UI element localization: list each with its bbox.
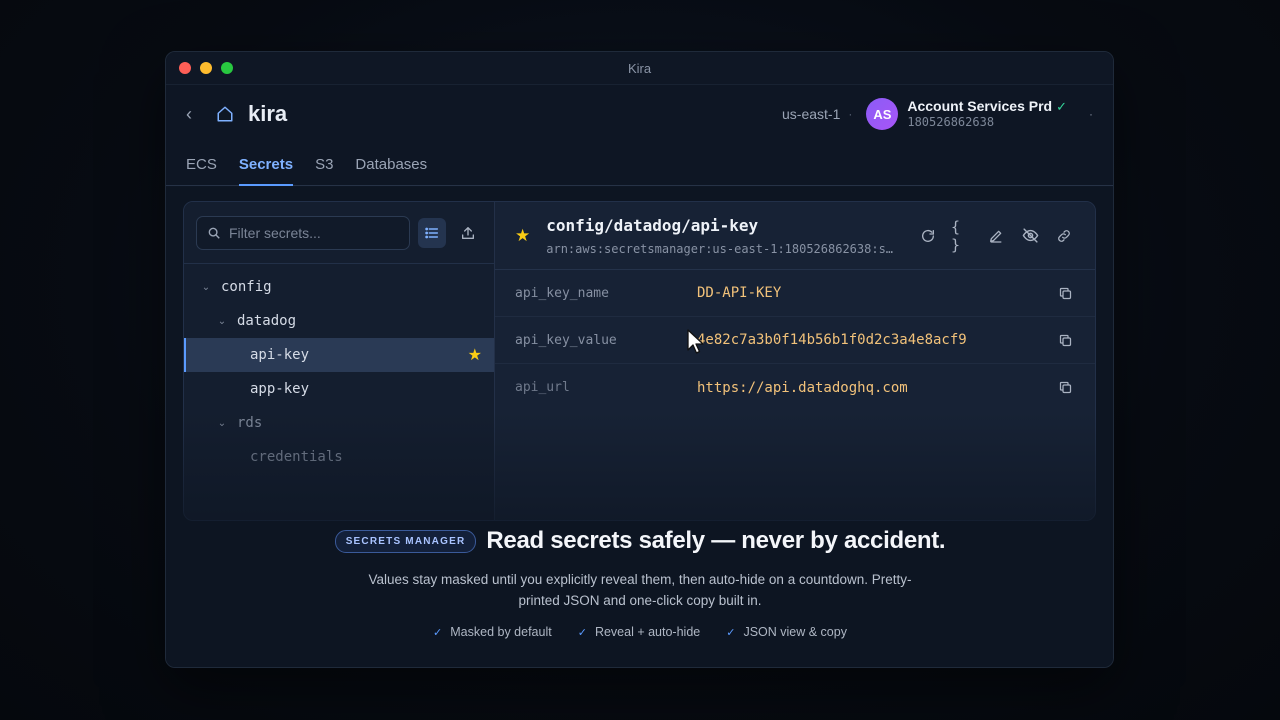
- export-button[interactable]: [454, 218, 482, 248]
- promo-title: Read secrets safely — never by accident.: [486, 527, 946, 554]
- check-icon: ✓: [726, 626, 736, 639]
- field-key: api_key_value: [515, 332, 617, 348]
- account-area: us-east-1 · AS Account Services Prd ✓ 180…: [782, 98, 1093, 130]
- field-row: api_url https://api.datadoghq.com: [495, 364, 1095, 411]
- list-view-button[interactable]: [418, 217, 446, 248]
- chevron-down-icon[interactable]: ⌄: [200, 282, 212, 293]
- secret-path: config/datadog/api-key: [546, 215, 759, 235]
- check-icon: ✓: [577, 626, 587, 639]
- field-row: api_key_value 4e82c7a3b0f14b56b1f0d2c3a4…: [495, 317, 1095, 364]
- feature-item: ✓ Masked by default: [433, 625, 552, 639]
- copy-icon[interactable]: [1055, 330, 1075, 350]
- tree-item-config[interactable]: ⌄ config: [184, 270, 494, 304]
- tree-item-credentials[interactable]: credentials: [184, 440, 494, 474]
- field-row: api_key_name DD-API-KEY: [495, 270, 1095, 317]
- menu-dot-icon[interactable]: ·: [1089, 107, 1093, 121]
- field-key: api_url: [515, 380, 570, 395]
- star-icon[interactable]: ★: [468, 345, 482, 365]
- secret-header: ★ config/datadog/api-key arn:aws:secrets…: [495, 202, 1095, 270]
- app-name: kira: [248, 101, 288, 126]
- tree-item-rds[interactable]: ⌄ rds: [184, 406, 494, 440]
- chevron-down-icon[interactable]: ⌄: [216, 418, 228, 429]
- section-badge: SECRETS MANAGER: [334, 529, 477, 553]
- favorite-star-icon[interactable]: ★: [515, 226, 530, 246]
- upload-icon: [462, 226, 474, 239]
- copy-icon[interactable]: [1055, 283, 1075, 303]
- secret-fields: api_key_name DD-API-KEY api_key_value 4e…: [495, 270, 1095, 411]
- tree-item-label: app-key: [250, 381, 310, 397]
- edit-pencil-icon[interactable]: [985, 225, 1007, 247]
- search-icon: [208, 227, 220, 239]
- feature-label: Masked by default: [450, 625, 552, 639]
- secrets-tree: ⌄ config ⌄ datadog api-key ★ app-key ⌄ r…: [184, 264, 494, 474]
- json-braces-icon[interactable]: { }: [951, 218, 973, 254]
- secret-arn: arn:aws:secretsmanager:us-east-1:1805268…: [546, 241, 894, 256]
- field-value[interactable]: https://api.datadoghq.com: [697, 380, 1055, 396]
- feature-label: Reveal + auto-hide: [594, 625, 701, 639]
- search-input[interactable]: [229, 224, 399, 241]
- promo-description: Values stay masked until you explicitly …: [368, 572, 912, 608]
- tab-s3[interactable]: S3: [315, 143, 333, 185]
- feature-list: ✓ Masked by default ✓ Reveal + auto-hide ✓…: [0, 625, 1280, 639]
- list-icon: [425, 227, 439, 238]
- check-icon: ✓: [433, 626, 443, 639]
- chevron-down-icon[interactable]: ⌄: [216, 316, 228, 327]
- tree-item-label: api-key: [250, 347, 310, 363]
- tree-item-app-key[interactable]: app-key: [184, 372, 494, 406]
- secret-detail: ★ config/datadog/api-key arn:aws:secrets…: [495, 202, 1095, 520]
- tab-ecs[interactable]: ECS: [186, 143, 217, 185]
- secrets-sidebar: ⌄ config ⌄ datadog api-key ★ app-key: [184, 202, 495, 520]
- separator-dot-icon: ·: [848, 107, 853, 121]
- feature-label: JSON view & copy: [743, 625, 847, 639]
- title-bar: Kira: [166, 52, 1113, 85]
- copy-icon[interactable]: [1055, 378, 1075, 398]
- sidebar-toolbar: [184, 202, 494, 264]
- tab-databases[interactable]: Databases: [355, 143, 427, 185]
- promo-section: SECRETS MANAGER Read secrets safely — ne…: [0, 527, 1280, 639]
- secret-actions: { }: [917, 218, 1075, 254]
- feature-item: ✓ JSON view & copy: [726, 625, 847, 639]
- tree-item-label: config: [221, 279, 272, 295]
- region-selector[interactable]: us-east-1: [782, 106, 840, 122]
- feature-item: ✓ Reveal + auto-hide: [578, 625, 701, 639]
- search-box: [196, 215, 410, 250]
- tab-secrets[interactable]: Secrets: [238, 143, 294, 186]
- secrets-panel: ⌄ config ⌄ datadog api-key ★ app-key: [183, 201, 1096, 521]
- account-switcher[interactable]: Account Services Prd ✓ 180526862638: [907, 98, 1067, 130]
- field-value[interactable]: DD-API-KEY: [697, 285, 1055, 301]
- tree-item-api-key[interactable]: api-key ★: [184, 338, 494, 372]
- field-key: api_key_name: [515, 285, 609, 301]
- verified-check-icon: ✓: [1056, 98, 1067, 114]
- refresh-icon[interactable]: [917, 225, 939, 247]
- back-chevron-icon[interactable]: ‹: [186, 104, 202, 125]
- avatar[interactable]: AS: [866, 98, 899, 130]
- hide-eye-icon[interactable]: [1019, 225, 1041, 247]
- link-icon[interactable]: [1053, 225, 1075, 247]
- tree-item-label: credentials: [250, 449, 343, 465]
- tree-item-datadog[interactable]: ⌄ datadog: [184, 304, 494, 338]
- account-id: 180526862638: [907, 115, 995, 130]
- home-icon[interactable]: [216, 105, 234, 123]
- tree-item-label: datadog: [237, 313, 297, 329]
- window-title: Kira: [627, 60, 652, 76]
- service-tabs: ECS Secrets S3 Databases: [166, 143, 1113, 186]
- mouse-cursor-icon: [687, 329, 704, 354]
- account-name: Account Services Prd: [907, 97, 1053, 114]
- field-value[interactable]: 4e82c7a3b0f14b56b1f0d2c3a4e8acf9: [697, 332, 1055, 348]
- app-header: ‹ kira us-east-1 · AS Account Services P…: [166, 85, 1113, 143]
- tree-item-label: rds: [237, 415, 263, 431]
